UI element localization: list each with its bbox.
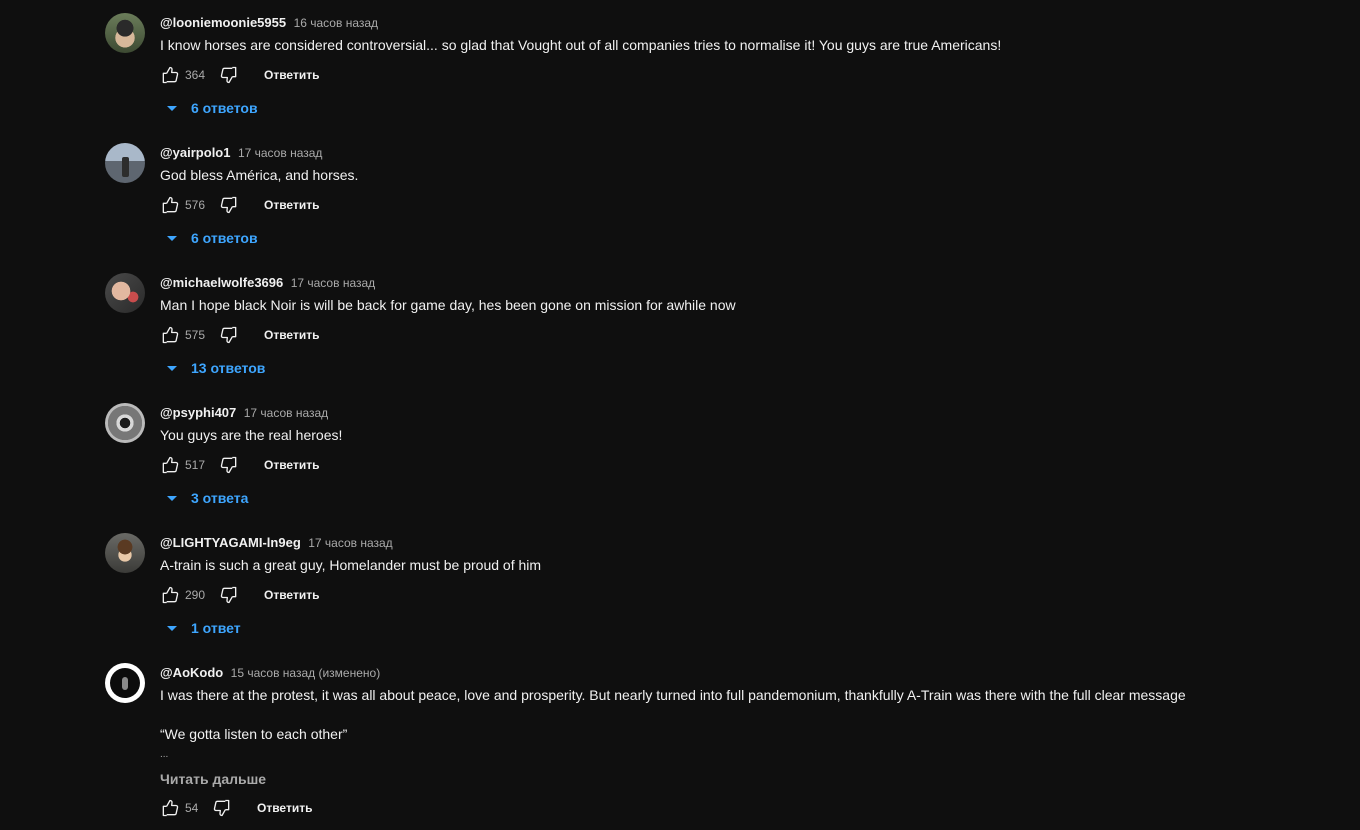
avatar[interactable] <box>105 403 145 443</box>
caret-down-icon <box>167 105 177 111</box>
avatar[interactable] <box>105 663 145 703</box>
thumbs-down-icon[interactable] <box>219 585 239 605</box>
comment-header: @michaelwolfe3696 17 часов назад <box>160 274 375 292</box>
thumbs-down-icon[interactable] <box>219 455 239 475</box>
caret-down-icon <box>167 365 177 371</box>
comment-time[interactable]: 16 часов назад <box>294 16 378 30</box>
thumbs-up-icon[interactable] <box>160 455 180 475</box>
comments-list: @looniemoonie5955 16 часов назад I know … <box>0 0 1360 830</box>
reply-button[interactable]: Ответить <box>257 801 312 815</box>
comment-text: God bless América, and horses. <box>160 167 359 183</box>
avatar[interactable] <box>105 13 145 53</box>
view-replies-button[interactable]: 13 ответов <box>167 358 265 378</box>
avatar[interactable] <box>105 143 145 183</box>
thumbs-down-icon[interactable] <box>219 65 239 85</box>
thumbs-up-icon[interactable] <box>160 798 180 818</box>
comment-header: @yairpolo1 17 часов назад <box>160 144 322 162</box>
caret-down-icon <box>167 235 177 241</box>
comment-header: @AoKodo 15 часов назад (изменено) <box>160 664 380 682</box>
comment-header: @LIGHTYAGAMI-ln9eg 17 часов назад <box>160 534 393 552</box>
avatar[interactable] <box>105 533 145 573</box>
replies-count: 6 ответов <box>191 230 258 246</box>
comment-author[interactable]: @psyphi407 <box>160 405 236 420</box>
comment-text: A-train is such a great guy, Homelander … <box>160 557 542 573</box>
comment-time[interactable]: 17 часов назад <box>308 536 392 550</box>
view-replies-button[interactable]: 1 ответ <box>167 618 241 638</box>
thumbs-up-icon[interactable] <box>160 65 180 85</box>
replies-count: 6 ответов <box>191 100 258 116</box>
view-replies-button[interactable]: 6 ответов <box>167 98 258 118</box>
reply-button[interactable]: Ответить <box>264 588 319 602</box>
thumbs-up-icon[interactable] <box>160 195 180 215</box>
avatar[interactable] <box>105 273 145 313</box>
comment-text-quote: “We gotta listen to each other” <box>160 726 348 742</box>
comment-author[interactable]: @looniemoonie5955 <box>160 15 286 30</box>
reply-button[interactable]: Ответить <box>264 68 319 82</box>
comment-actions: 517 Ответить <box>160 454 319 476</box>
replies-count: 1 ответ <box>191 620 241 636</box>
comment-time[interactable]: 17 часов назад <box>238 146 322 160</box>
read-more-button[interactable]: Читать дальше <box>160 771 266 787</box>
comment-time[interactable]: 15 часов назад (изменено) <box>231 666 381 680</box>
like-count: 54 <box>185 801 199 815</box>
thumbs-up-icon[interactable] <box>160 325 180 345</box>
view-replies-button[interactable]: 3 ответа <box>167 488 248 508</box>
like-count: 290 <box>185 588 206 602</box>
like-count: 364 <box>185 68 206 82</box>
thumbs-down-icon[interactable] <box>212 798 232 818</box>
like-count: 575 <box>185 328 206 342</box>
comment-header: @looniemoonie5955 16 часов назад <box>160 14 378 32</box>
comment-actions: 290 Ответить <box>160 584 319 606</box>
comment-actions: 575 Ответить <box>160 324 319 346</box>
comment-text: I know horses are considered controversi… <box>160 37 1002 53</box>
comment-author[interactable]: @yairpolo1 <box>160 145 230 160</box>
replies-count: 13 ответов <box>191 360 266 376</box>
thumbs-down-icon[interactable] <box>219 325 239 345</box>
view-replies-button[interactable]: 6 ответов <box>167 228 258 248</box>
like-count: 576 <box>185 198 206 212</box>
reply-button[interactable]: Ответить <box>264 328 319 342</box>
comment-text: You guys are the real heroes! <box>160 427 343 443</box>
comment-header: @psyphi407 17 часов назад <box>160 404 328 422</box>
comment-author[interactable]: @LIGHTYAGAMI-ln9eg <box>160 535 301 550</box>
text-truncation: ... <box>160 749 169 760</box>
thumbs-up-icon[interactable] <box>160 585 180 605</box>
caret-down-icon <box>167 625 177 631</box>
reply-button[interactable]: Ответить <box>264 458 319 472</box>
thumbs-down-icon[interactable] <box>219 195 239 215</box>
replies-count: 3 ответа <box>191 490 249 506</box>
comment-actions: 364 Ответить <box>160 64 319 86</box>
like-count: 517 <box>185 458 206 472</box>
comment-actions: 54 Ответить <box>160 797 312 819</box>
comment-text: Man I hope black Noir is will be back fo… <box>160 297 736 313</box>
reply-button[interactable]: Ответить <box>264 198 319 212</box>
comment-text: I was there at the protest, it was all a… <box>160 687 1186 703</box>
caret-down-icon <box>167 495 177 501</box>
comment-time[interactable]: 17 часов назад <box>291 276 375 290</box>
comment-time[interactable]: 17 часов назад <box>244 406 328 420</box>
comment-actions: 576 Ответить <box>160 194 319 216</box>
comment-author[interactable]: @michaelwolfe3696 <box>160 275 283 290</box>
comment-author[interactable]: @AoKodo <box>160 665 223 680</box>
